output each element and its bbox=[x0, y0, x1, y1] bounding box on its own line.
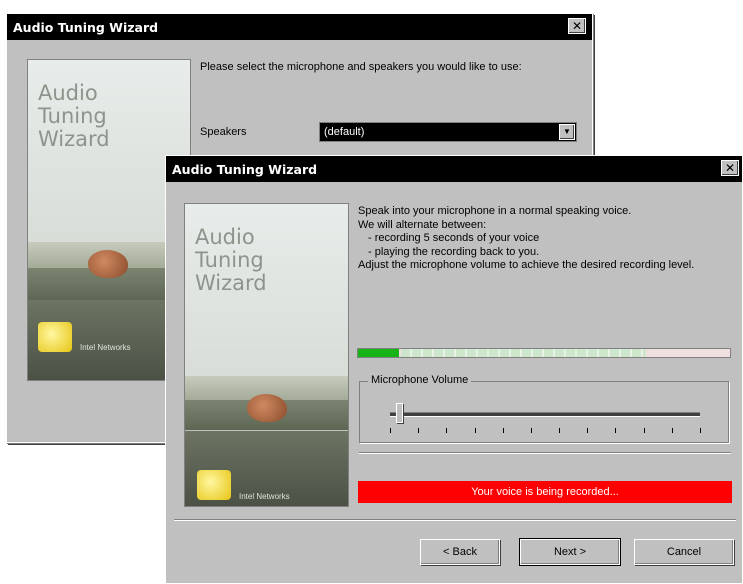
instruction-line-3: Adjust the microphone volume to achieve … bbox=[358, 259, 695, 271]
artwork-speaker-image bbox=[247, 394, 287, 422]
instruction-line-2: We will alternate between: bbox=[358, 218, 487, 231]
microphone-volume-group: Microphone Volume bbox=[359, 374, 729, 443]
slider-tick bbox=[672, 428, 673, 433]
back-window-close-button[interactable]: ✕ bbox=[568, 18, 586, 34]
cancel-button[interactable]: Cancel bbox=[634, 539, 734, 565]
speakers-select-value: (default) bbox=[324, 126, 365, 138]
artwork-speaker-image bbox=[88, 250, 128, 278]
level-meter-segments bbox=[401, 349, 646, 357]
back-window-title: Audio Tuning Wizard bbox=[13, 19, 159, 35]
close-icon: ✕ bbox=[571, 19, 583, 33]
front-window-title: Audio Tuning Wizard bbox=[172, 161, 318, 177]
back-window-titlebar[interactable]: Audio Tuning Wizard ✕ bbox=[7, 14, 592, 40]
buttons-divider bbox=[174, 519, 736, 521]
slider-tick bbox=[418, 428, 419, 433]
recording-status-text: Your voice is being recorded... bbox=[471, 486, 619, 498]
slider-tick bbox=[390, 428, 391, 433]
slider-tick bbox=[446, 428, 447, 433]
close-icon: ✕ bbox=[724, 161, 736, 175]
artwork-badge-icon bbox=[197, 470, 231, 500]
artwork-logo-text: Audio Tuning Wizard bbox=[195, 225, 267, 295]
artwork-badge-icon bbox=[38, 322, 72, 352]
artwork-brand-text: Intel Networks bbox=[239, 492, 290, 501]
instruction-bullet-2: - playing the recording back to you. bbox=[368, 245, 540, 258]
slider-tick bbox=[700, 428, 701, 433]
slider-tick bbox=[531, 428, 532, 433]
next-button[interactable]: Next > bbox=[519, 538, 621, 566]
front-window-instructions: Speak into your microphone in a normal s… bbox=[358, 205, 728, 273]
recording-status-bar: Your voice is being recorded... bbox=[358, 481, 732, 503]
status-divider bbox=[359, 452, 731, 454]
artwork-brand-text: Intel Networks bbox=[80, 343, 131, 352]
slider-tick bbox=[587, 428, 588, 433]
microphone-volume-label: Microphone Volume bbox=[368, 374, 472, 386]
artwork-logo-text: Audio Tuning Wizard bbox=[38, 81, 110, 151]
back-window-instructions: Please select the microphone and speaker… bbox=[200, 61, 522, 73]
speakers-label: Speakers bbox=[200, 126, 247, 138]
front-wizard-window: Audio Tuning Wizard ✕ Audio Tuning Wizar… bbox=[165, 155, 743, 584]
slider-tick bbox=[475, 428, 476, 433]
chevron-down-icon[interactable]: ▼ bbox=[559, 124, 575, 140]
instruction-bullet-1: - recording 5 seconds of your voice bbox=[368, 232, 540, 244]
instruction-line-1: Speak into your microphone in a normal s… bbox=[358, 205, 632, 217]
microphone-volume-slider[interactable] bbox=[396, 403, 403, 423]
speakers-select[interactable]: (default) ▼ bbox=[319, 122, 577, 142]
slider-tick bbox=[503, 428, 504, 433]
recording-level-meter bbox=[357, 348, 731, 358]
front-wizard-artwork: Audio Tuning Wizard Intel Networks bbox=[184, 203, 349, 507]
slider-tick bbox=[615, 428, 616, 433]
slider-tick bbox=[644, 428, 645, 433]
level-meter-fill bbox=[358, 349, 399, 357]
slider-tick bbox=[559, 428, 560, 433]
front-window-close-button[interactable]: ✕ bbox=[721, 160, 739, 176]
back-button[interactable]: < Back bbox=[420, 539, 500, 565]
microphone-volume-track[interactable] bbox=[390, 412, 700, 417]
front-window-titlebar[interactable]: Audio Tuning Wizard ✕ bbox=[166, 156, 742, 182]
